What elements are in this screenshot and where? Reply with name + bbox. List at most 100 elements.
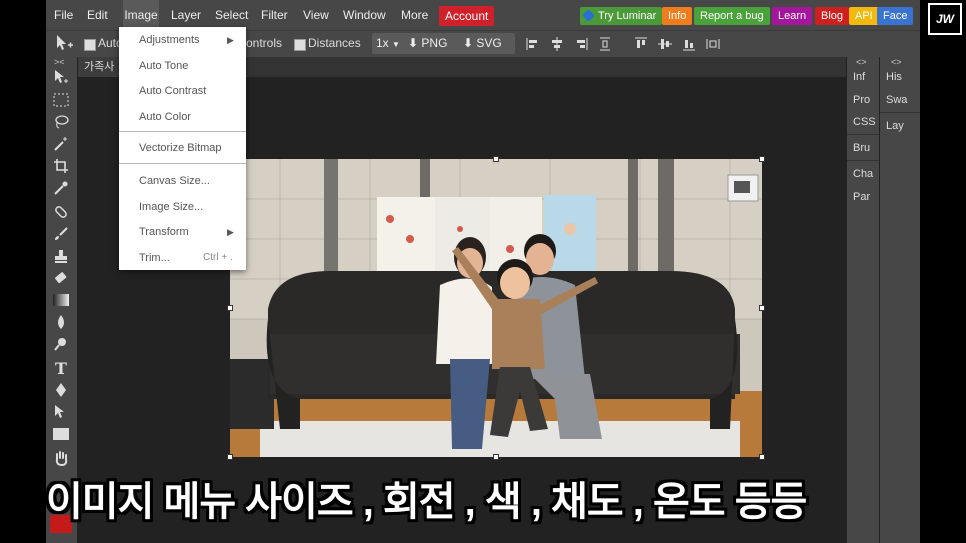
download-icon: ⬇ — [408, 36, 419, 50]
export-png-button[interactable]: ⬇ PNG — [404, 33, 462, 54]
path-select-icon[interactable] — [51, 402, 71, 422]
svg-label: SVG — [476, 36, 502, 50]
submenu-arrow-icon: ▶ — [227, 35, 234, 45]
transform-handle[interactable] — [759, 156, 765, 162]
menu-item-auto-tone[interactable]: Auto Tone — [139, 60, 188, 72]
transform-handle[interactable] — [493, 156, 499, 162]
export-svg-button[interactable]: ⬇ SVG — [459, 33, 515, 54]
image-menu-dropdown: Adjustments ▶ Auto Tone Auto Contrast Au… — [119, 27, 246, 270]
hand-tool-icon[interactable] — [51, 448, 71, 468]
distribute-h-icon[interactable] — [706, 37, 720, 51]
channel-logo: JW — [928, 3, 962, 35]
transform-handle[interactable] — [227, 305, 233, 311]
document-canvas-photo[interactable] — [230, 159, 762, 457]
healing-brush-icon[interactable] — [51, 202, 71, 222]
menu-item-canvas-size[interactable]: Canvas Size... — [139, 175, 210, 187]
stamp-tool-icon[interactable] — [51, 246, 71, 266]
chevron-down-icon: ▼ — [392, 40, 400, 49]
panel-swatches-tab[interactable]: Swa — [886, 94, 907, 106]
menu-item-trim[interactable]: Trim... — [139, 252, 170, 264]
align-middle-icon[interactable] — [658, 37, 672, 51]
distances-checkbox[interactable] — [294, 39, 306, 51]
move-tool-icon — [54, 34, 74, 57]
info-button[interactable]: Info — [662, 7, 693, 25]
align-top-icon[interactable] — [634, 37, 648, 51]
brush-tool-icon[interactable] — [51, 224, 71, 244]
align-right-icon[interactable] — [574, 37, 588, 51]
learn-button[interactable]: Learn — [772, 7, 813, 25]
menu-separator — [119, 131, 246, 132]
right-panel-collapsed-2: <> His Swa Lay — [880, 57, 920, 543]
move-tool-icon[interactable] — [51, 67, 71, 87]
video-subtitle: 이미지 메뉴 사이즈 , 회전 , 색 , 채도 , 온도 등등 — [46, 480, 807, 524]
blur-tool-icon[interactable] — [51, 312, 71, 332]
panel-properties-tab[interactable]: Pro — [853, 94, 870, 106]
menu-select[interactable]: Select — [215, 0, 248, 30]
menu-edit[interactable]: Edit — [87, 0, 108, 30]
magic-wand-icon[interactable] — [51, 134, 71, 154]
menu-more[interactable]: More — [401, 0, 428, 30]
transform-handle[interactable] — [759, 454, 765, 460]
transform-handle[interactable] — [493, 454, 499, 460]
menu-item-image-size[interactable]: Image Size... — [139, 201, 203, 213]
menu-window[interactable]: Window — [343, 0, 386, 30]
face-button[interactable]: Face — [877, 7, 914, 25]
crop-tool-icon[interactable] — [51, 156, 71, 176]
menu-item-transform[interactable]: Transform — [139, 226, 189, 238]
family-photo — [230, 159, 762, 457]
photopea-app: File Edit Image Layer Select Filter View… — [46, 0, 920, 543]
menu-item-auto-contrast[interactable]: Auto Contrast — [139, 85, 206, 97]
luminar-icon — [582, 9, 595, 22]
menu-view[interactable]: View — [303, 0, 329, 30]
expand-icon[interactable]: <> — [891, 57, 902, 67]
zoom-value: 1x — [376, 36, 389, 50]
align-center-h-icon[interactable] — [550, 37, 564, 51]
distribute-icon[interactable] — [598, 37, 612, 51]
download-icon: ⬇ — [463, 36, 474, 50]
menu-layer[interactable]: Layer — [171, 0, 201, 30]
zoom-select[interactable]: 1x ▼ — [372, 33, 406, 54]
menubar: File Edit Image Layer Select Filter View… — [46, 0, 920, 30]
collapse-icon[interactable]: >< — [54, 57, 65, 67]
panel-character-tab[interactable]: Cha — [853, 168, 873, 180]
png-label: PNG — [421, 36, 448, 50]
menu-filter[interactable]: Filter — [261, 0, 288, 30]
eraser-tool-icon[interactable] — [51, 268, 71, 288]
auto-select-checkbox[interactable] — [84, 39, 96, 51]
menu-image[interactable]: Image — [123, 0, 159, 30]
menu-item-vectorize-bitmap[interactable]: Vectorize Bitmap — [139, 142, 222, 154]
report-bug-button[interactable]: Report a bug — [694, 7, 770, 25]
api-button[interactable]: API — [849, 7, 879, 25]
menu-item-adjustments[interactable]: Adjustments — [139, 34, 200, 46]
menu-separator — [119, 163, 246, 164]
try-luminar-button[interactable]: Try Luminar — [580, 7, 663, 25]
account-button[interactable]: Account — [439, 6, 495, 26]
align-bottom-icon[interactable] — [682, 37, 696, 51]
panel-layers-tab[interactable]: Lay — [886, 120, 904, 132]
distances-label: Distances — [308, 36, 361, 50]
text-tool-icon[interactable]: T — [51, 358, 71, 378]
right-panel-collapsed-1: <> Inf Pro CSS Bru Cha Par — [847, 57, 879, 543]
transform-handle[interactable] — [759, 305, 765, 311]
gradient-tool-icon[interactable] — [51, 290, 71, 310]
panel-info-tab[interactable]: Inf — [853, 71, 865, 83]
blog-button[interactable]: Blog — [815, 7, 850, 25]
try-luminar-label: Try Luminar — [598, 10, 657, 22]
expand-icon[interactable]: <> — [856, 57, 867, 67]
shape-tool-icon[interactable] — [51, 424, 71, 444]
transform-controls-label: ontrols — [246, 36, 283, 50]
align-left-icon[interactable] — [526, 37, 540, 51]
pen-tool-icon[interactable] — [51, 380, 71, 400]
panel-paragraph-tab[interactable]: Par — [853, 191, 870, 203]
panel-css-tab[interactable]: CSS — [853, 116, 876, 128]
dodge-tool-icon[interactable] — [51, 334, 71, 354]
transform-handle[interactable] — [227, 454, 233, 460]
eyedropper-icon[interactable] — [51, 178, 71, 198]
lasso-tool-icon[interactable] — [51, 112, 71, 132]
trim-shortcut: Ctrl + . — [203, 252, 233, 263]
panel-history-tab[interactable]: His — [886, 71, 902, 83]
menu-file[interactable]: File — [54, 0, 73, 30]
menu-item-auto-color[interactable]: Auto Color — [139, 111, 191, 123]
panel-brush-tab[interactable]: Bru — [853, 142, 870, 154]
marquee-tool-icon[interactable] — [51, 90, 71, 110]
